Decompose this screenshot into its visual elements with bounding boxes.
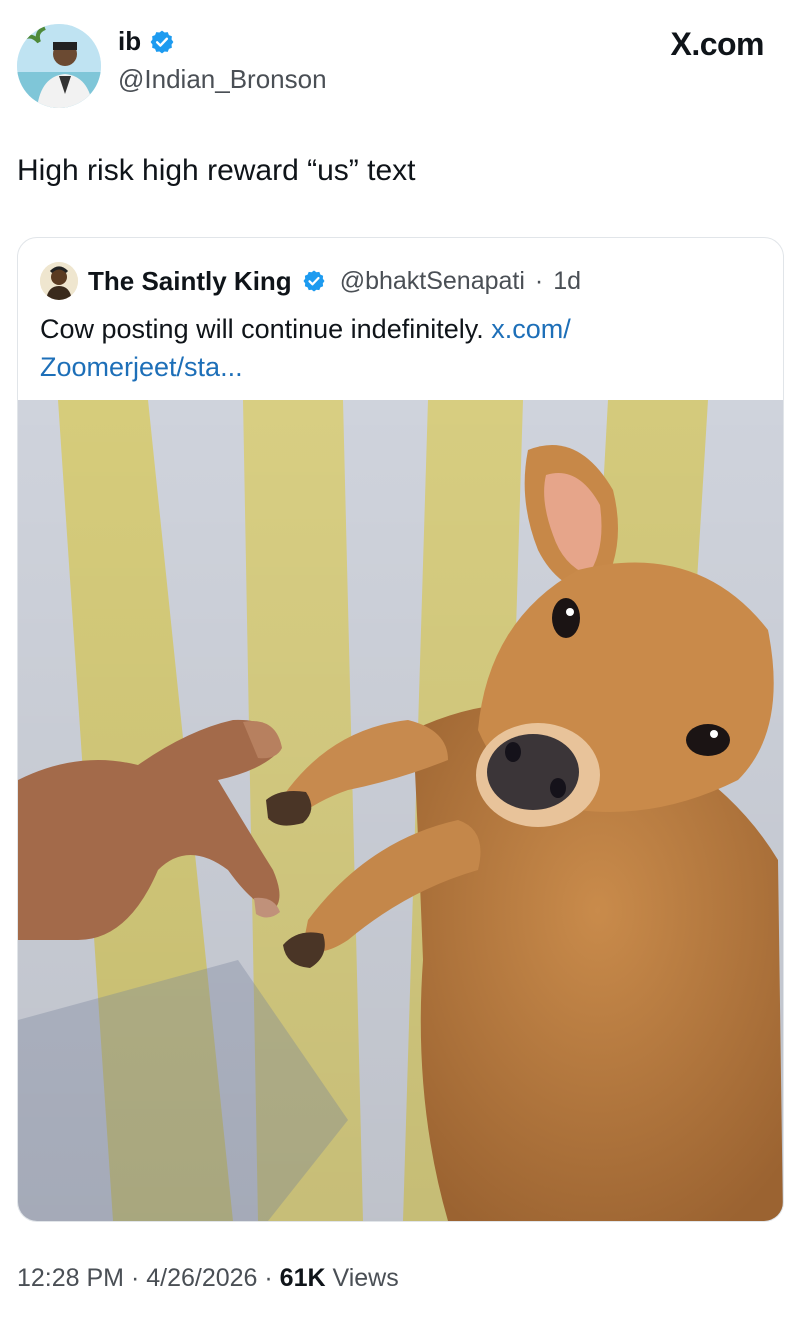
tweet-meta: 12:28 PM · 4/26/2026 · 61K Views: [17, 1264, 399, 1293]
author-avatar[interactable]: [17, 24, 101, 108]
tweet-header: ib @Indian_Bronson X.com: [0, 0, 800, 120]
quoted-link-part2[interactable]: Zoomerjeet/sta...: [40, 352, 243, 382]
views-count: 61K: [279, 1264, 326, 1292]
calf-eye: [686, 724, 730, 756]
quoted-author-name[interactable]: The Saintly King: [88, 266, 292, 297]
tweet-text: High risk high reward “us” text: [17, 154, 416, 187]
quoted-tweet-card[interactable]: The Saintly King @bhaktSenapati · 1d Cow…: [17, 237, 784, 1222]
calf-photo: [18, 400, 783, 1221]
quoted-avatar-image: [40, 262, 78, 300]
quoted-text-body: Cow posting will continue indefinitely.: [40, 314, 492, 344]
quoted-tweet-text: Cow posting will continue indefinitely. …: [40, 310, 760, 386]
tweet-time[interactable]: 12:28 PM: [17, 1264, 124, 1292]
quoted-tweet-media[interactable]: [18, 400, 783, 1221]
calf-hoof-upper: [266, 791, 312, 826]
quoted-link-part1[interactable]: x.com/: [491, 314, 571, 344]
calf-eye: [552, 598, 580, 638]
author-handle[interactable]: @Indian_Bronson: [118, 64, 327, 95]
calf-nose: [487, 734, 579, 810]
author-display-name[interactable]: ib: [118, 26, 141, 57]
verified-badge-icon: [150, 30, 174, 53]
quoted-author-handle[interactable]: @bhaktSenapati: [340, 267, 525, 296]
quoted-tweet-age[interactable]: 1d: [553, 267, 581, 296]
quoted-author-avatar[interactable]: [40, 262, 78, 300]
meta-separator: ·: [257, 1264, 280, 1292]
meta-separator: ·: [124, 1264, 147, 1292]
verified-badge-icon: [303, 270, 325, 292]
views-label: Views: [325, 1264, 399, 1292]
tweet-date[interactable]: 4/26/2026: [146, 1264, 257, 1292]
author-avatar-image: [17, 24, 101, 108]
quoted-separator: ·: [534, 266, 544, 295]
brand-logo-text: X.com: [670, 26, 764, 62]
